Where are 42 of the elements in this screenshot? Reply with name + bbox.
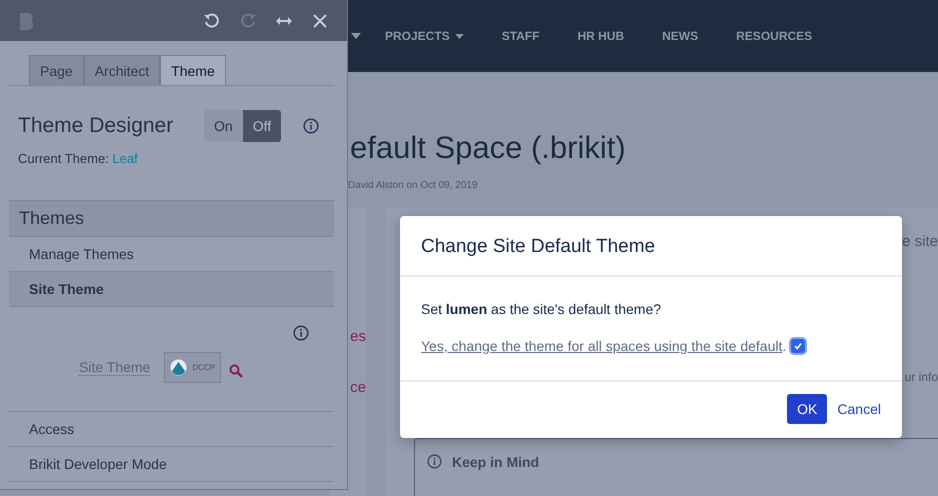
undo-icon[interactable] bbox=[203, 12, 221, 30]
theme-badge[interactable]: DCCP bbox=[164, 352, 222, 383]
nav-link[interactable]: STAFF bbox=[502, 29, 540, 43]
body-text: e site bbox=[902, 233, 938, 250]
menu-item[interactable]: Brikit Developer Mode bbox=[9, 447, 334, 482]
info-icon[interactable] bbox=[303, 118, 320, 134]
page-title: efault Space (.brikit) bbox=[350, 130, 626, 166]
cancel-link[interactable]: Cancel bbox=[837, 394, 881, 424]
confirm-sentence: Yes, change the theme for all spaces using the site default. bbox=[421, 338, 786, 354]
section-header: Themes bbox=[9, 200, 334, 237]
current-theme-text: Current Theme: Leaf bbox=[17, 150, 139, 166]
body-text: ur info bbox=[904, 370, 938, 384]
info-icon bbox=[427, 454, 442, 469]
field-label: Site Theme bbox=[79, 359, 150, 376]
nav-link[interactable]: PROJECTS bbox=[385, 29, 464, 43]
panel-tab[interactable]: Theme bbox=[160, 55, 226, 85]
ok-button[interactable]: OK bbox=[787, 394, 828, 424]
info-icon[interactable] bbox=[293, 325, 309, 341]
nav-link[interactable]: NEWS bbox=[662, 29, 698, 43]
menu-item[interactable]: Access bbox=[9, 412, 334, 447]
panel-tab[interactable]: Page bbox=[29, 55, 84, 85]
page-byline: David Alston on Oct 09, 2019 bbox=[347, 180, 479, 191]
caret-icon[interactable] bbox=[454, 34, 464, 38]
toggle-option[interactable]: On bbox=[204, 110, 243, 142]
dialog-question: Set lumen as the site's default theme? bbox=[421, 301, 662, 317]
theme-logo-icon bbox=[170, 359, 188, 376]
search-icon[interactable] bbox=[229, 364, 244, 378]
sidebar-link[interactable]: ce bbox=[350, 379, 366, 396]
nav-link[interactable]: HR HUB bbox=[577, 29, 624, 43]
checkbox[interactable] bbox=[791, 339, 806, 353]
toggle-option[interactable]: Off bbox=[242, 110, 282, 142]
nav-link[interactable]: RESOURCES bbox=[736, 29, 812, 43]
close-icon[interactable] bbox=[311, 12, 329, 30]
confirm-link[interactable]: Yes, change the theme for all spaces using the site default bbox=[421, 338, 782, 354]
checkmark-icon bbox=[793, 341, 804, 351]
sidebar-link[interactable]: es bbox=[350, 328, 366, 345]
section-title: Theme Designer bbox=[18, 114, 174, 138]
menu-item[interactable]: Site Theme bbox=[9, 272, 334, 307]
dialog-title: Change Site Default Theme bbox=[421, 236, 656, 257]
note-title: Keep in Mind bbox=[452, 454, 540, 470]
caret-icon[interactable] bbox=[351, 33, 361, 39]
panel-tab[interactable]: Architect bbox=[84, 55, 160, 85]
